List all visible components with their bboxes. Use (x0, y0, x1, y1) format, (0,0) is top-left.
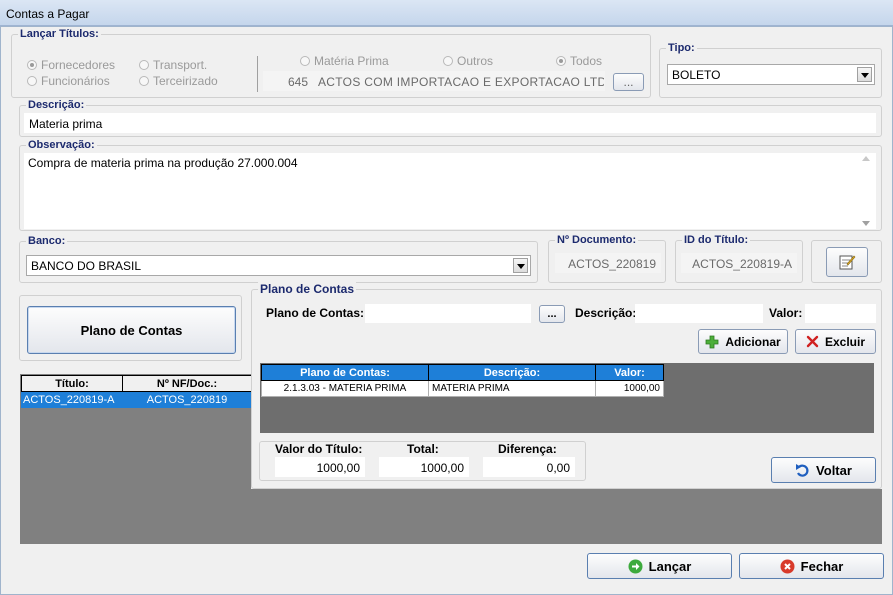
observacao-text: Compra de materia prima na produção 27.0… (28, 156, 298, 170)
plus-icon (705, 335, 719, 348)
excluir-button[interactable]: Excluir (795, 329, 876, 354)
undo-icon (796, 463, 809, 477)
radio-label: Terceirizado (153, 74, 218, 88)
plano-de-contas-button[interactable]: Plano de Contas (27, 306, 236, 354)
window-title: Contas a Pagar (6, 7, 90, 21)
valor-titulo-label: Valor do Título: (275, 442, 363, 456)
plano-grid-cell-plano[interactable]: 2.1.3.03 - MATERIA PRIMA (261, 380, 429, 397)
plano-descricao-input[interactable] (635, 304, 763, 323)
radio-dot-icon (443, 56, 453, 66)
radio-dot-icon (27, 60, 37, 70)
radio-outros[interactable]: Outros (443, 54, 493, 68)
radio-label: Matéria Prima (314, 54, 389, 68)
title-bar: Contas a Pagar (0, 0, 893, 26)
grid-cell-nf-doc[interactable]: ACTOS_220819 (122, 391, 252, 408)
table-row[interactable]: ACTOS_220819-A ACTOS_220819 (21, 391, 252, 408)
grid-header-nf-doc[interactable]: Nº NF/Doc.: (122, 375, 252, 392)
fornecedor-name-field[interactable]: ACTOS COM IMPORTACAO E EXPORTACAO LTDA (313, 71, 605, 91)
grid-header-titulo[interactable]: Título: (21, 375, 123, 392)
arrow-right-circle-icon (628, 559, 643, 573)
radio-dot-icon (300, 56, 310, 66)
descricao-label: Descrição: (575, 306, 637, 320)
plano-contas-legend: Plano de Contas (258, 282, 357, 296)
radio-dot-icon (139, 76, 149, 86)
observacao-textarea[interactable]: Compra de materia prima na produção 27.0… (24, 153, 876, 229)
lancar-label: Lançar (648, 558, 692, 574)
observacao-legend: Observação: (26, 139, 97, 151)
plano-grid-header-descricao[interactable]: Descrição: (428, 364, 596, 381)
edit-note-icon (839, 255, 856, 270)
diferenca-label: Diferença: (498, 442, 557, 456)
radio-label: Funcionários (41, 74, 110, 88)
plano-grid-header-valor[interactable]: Valor: (595, 364, 664, 381)
descricao-field[interactable]: Materia prima (24, 113, 876, 133)
plano-grid: Plano de Contas: Descrição: Valor: 2.1.3… (261, 364, 664, 397)
radio-dot-icon (27, 76, 37, 86)
chevron-down-icon[interactable] (513, 258, 528, 273)
scroll-up-icon[interactable] (862, 156, 870, 161)
id-titulo-legend: ID do Título: (682, 234, 751, 246)
diferenca-field[interactable]: 0,00 (483, 457, 575, 477)
chevron-down-icon[interactable] (857, 67, 872, 82)
voltar-label: Voltar (816, 462, 852, 478)
banco-select-value: BANCO DO BRASIL (31, 259, 142, 273)
close-circle-icon (780, 559, 795, 573)
lancar-button[interactable]: Lançar (587, 553, 732, 579)
grid-cell-titulo[interactable]: ACTOS_220819-A (21, 391, 123, 408)
plano-grid-cell-descricao[interactable]: MATERIA PRIMA (428, 380, 596, 397)
tipo-select[interactable]: BOLETO (667, 64, 875, 85)
radio-fornecedores[interactable]: Fornecedores (27, 58, 115, 72)
radio-terceirizado[interactable]: Terceirizado (139, 74, 218, 88)
radio-label: Outros (457, 54, 494, 68)
documento-legend: Nº Documento: (555, 234, 639, 246)
id-titulo-field[interactable]: ACTOS_220819-A (681, 253, 797, 273)
plano-contas-label: Plano de Contas: (266, 306, 365, 320)
plano-grid-header-plano[interactable]: Plano de Contas: (261, 364, 429, 381)
radio-transport[interactable]: Transport. (139, 58, 207, 72)
adicionar-button[interactable]: Adicionar (698, 329, 788, 354)
fechar-button[interactable]: Fechar (739, 553, 884, 579)
radio-funcionarios[interactable]: Funcionários (27, 74, 110, 88)
contas-a-pagar-window: Lançar Títulos: Fornecedores Funcionário… (0, 26, 893, 595)
radio-label: Todos (570, 54, 603, 68)
fechar-label: Fechar (800, 558, 844, 574)
edit-button[interactable] (826, 247, 868, 277)
descricao-legend: Descrição: (26, 99, 87, 111)
excluir-label: Excluir (824, 334, 866, 349)
plano-lookup-button[interactable]: ... (539, 305, 565, 323)
table-row[interactable]: 2.1.3.03 - MATERIA PRIMA MATERIA PRIMA 1… (261, 380, 664, 397)
titulos-grid: Título: Nº NF/Doc.: ACTOS_220819-A ACTOS… (21, 375, 252, 408)
plano-valor-input[interactable] (805, 304, 876, 323)
adicionar-label: Adicionar (725, 334, 781, 349)
plano-grid-cell-valor[interactable]: 1000,00 (595, 380, 664, 397)
voltar-button[interactable]: Voltar (771, 457, 876, 483)
radio-dot-icon (556, 56, 566, 66)
radio-label: Fornecedores (41, 58, 116, 72)
valor-titulo-field[interactable]: 1000,00 (275, 457, 365, 477)
radio-todos[interactable]: Todos (556, 54, 602, 68)
scroll-down-icon[interactable] (862, 221, 870, 226)
lancar-titulos-legend: Lançar Títulos: (18, 28, 101, 40)
tipo-legend: Tipo: (666, 42, 697, 54)
separator (257, 56, 258, 92)
close-icon (806, 335, 819, 348)
documento-field[interactable]: ACTOS_220819 (555, 253, 661, 273)
radio-label: Transport. (153, 58, 208, 72)
total-label: Total: (407, 442, 439, 456)
valor-label: Valor: (769, 306, 803, 320)
observacao-scrollbar[interactable] (859, 156, 873, 226)
fornecedor-lookup-button[interactable]: ... (613, 73, 644, 91)
banco-select[interactable]: BANCO DO BRASIL (26, 255, 531, 276)
plano-contas-input[interactable] (365, 304, 531, 323)
fornecedor-code-field[interactable]: 645 (263, 71, 313, 91)
total-field[interactable]: 1000,00 (379, 457, 469, 477)
radio-dot-icon (139, 60, 149, 70)
banco-legend: Banco: (26, 235, 68, 247)
radio-materia-prima[interactable]: Matéria Prima (300, 54, 389, 68)
tipo-select-value: BOLETO (672, 68, 721, 82)
